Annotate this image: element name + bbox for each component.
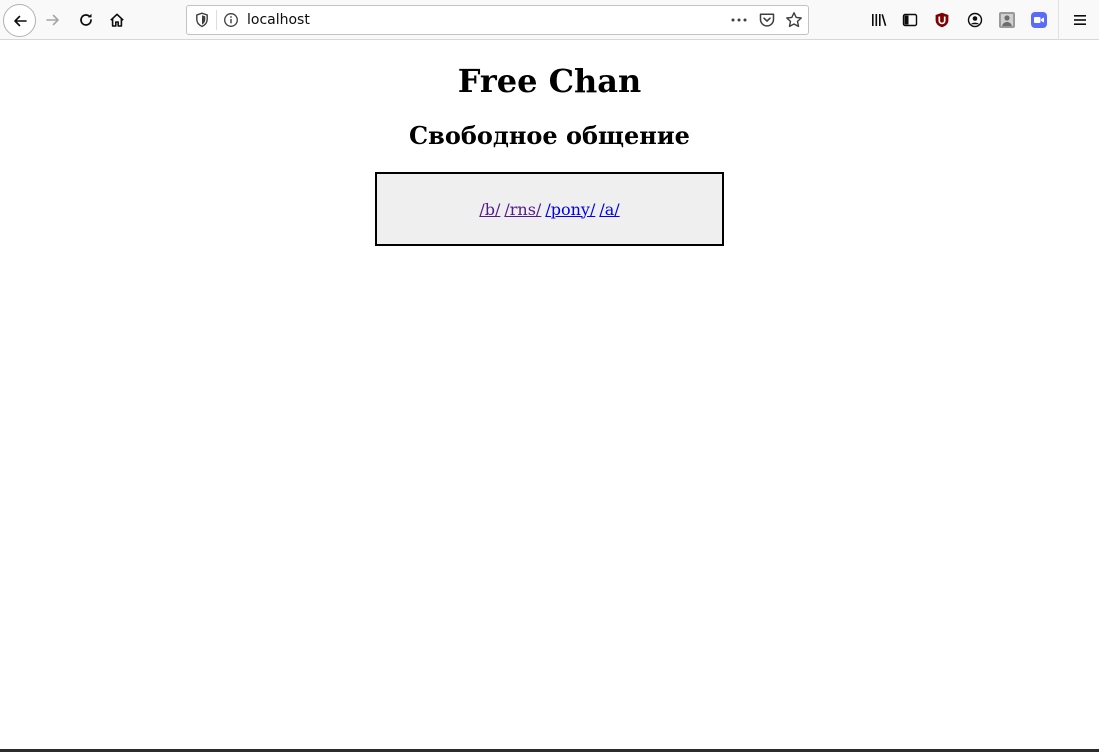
url-text[interactable]: localhost (247, 12, 310, 29)
ublock-origin-icon[interactable] (932, 10, 952, 30)
board-link-pony[interactable]: /pony/ (545, 200, 595, 219)
page-content: Free Chan Свободное общение /b/ /rns/ /p… (0, 41, 1099, 752)
forward-button[interactable] (38, 5, 68, 35)
board-link-a[interactable]: /a/ (599, 200, 619, 219)
home-icon (109, 12, 125, 28)
board-link-b[interactable]: /b/ (479, 200, 500, 219)
site-title: Free Chan (457, 62, 642, 100)
back-arrow-icon (12, 13, 28, 29)
back-button[interactable] (3, 4, 36, 37)
board-list: /b/ /rns/ /pony/ /a/ (375, 172, 724, 246)
reload-button[interactable] (71, 5, 101, 35)
site-subtitle: Свободное общение (409, 121, 690, 150)
page-actions-more-icon[interactable] (730, 12, 748, 32)
address-bar-divider (216, 10, 217, 30)
hamburger-menu-icon[interactable] (1070, 10, 1090, 30)
home-button[interactable] (102, 5, 132, 35)
bookmark-star-icon[interactable] (785, 11, 803, 33)
address-bar[interactable]: localhost (186, 5, 809, 35)
site-info-icon[interactable] (223, 12, 239, 32)
account-icon[interactable] (965, 10, 985, 30)
video-extension-icon[interactable] (1029, 10, 1049, 30)
sidebar-icon[interactable] (900, 10, 920, 30)
tracking-protection-shield-icon[interactable] (195, 12, 209, 32)
extension-icon[interactable] (997, 10, 1017, 30)
forward-arrow-icon (45, 12, 61, 28)
browser-toolbar: localhost (0, 0, 1099, 40)
board-link-rns[interactable]: /rns/ (504, 200, 541, 219)
toolbar-separator (1058, 0, 1059, 40)
pocket-icon[interactable] (758, 11, 776, 33)
reload-icon (78, 12, 94, 28)
library-icon[interactable] (869, 10, 889, 30)
